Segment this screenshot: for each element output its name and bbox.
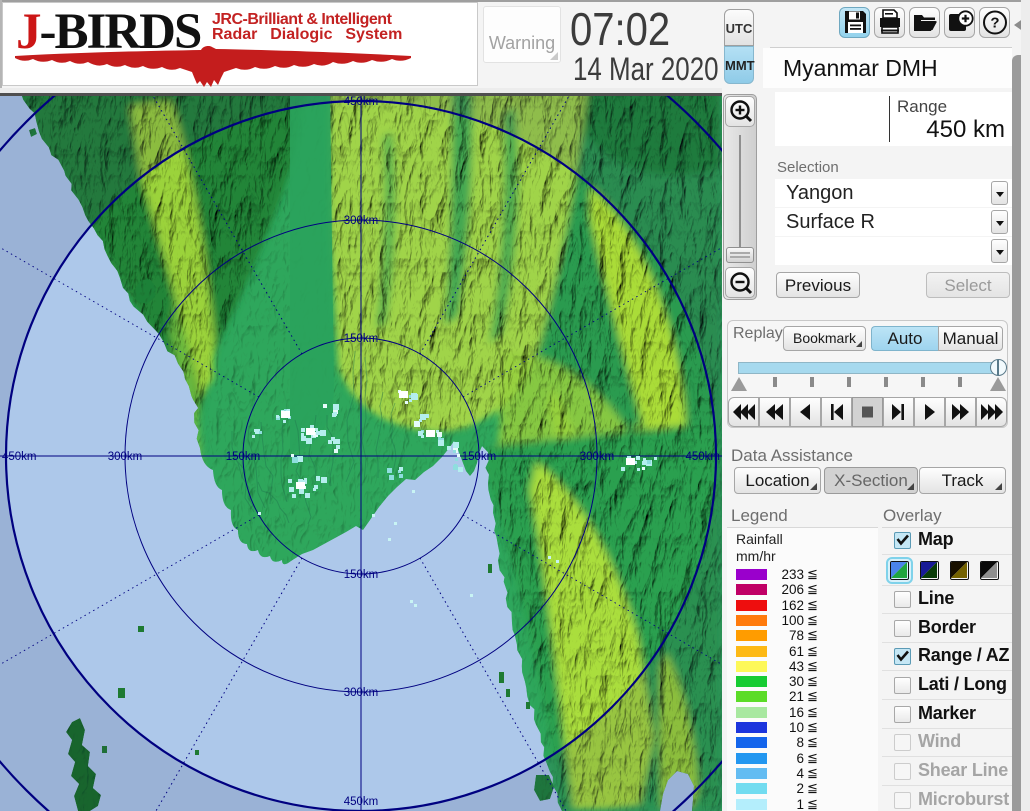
svg-text:300km: 300km xyxy=(580,451,615,463)
svg-text:450km: 450km xyxy=(2,451,37,463)
svg-text:300km: 300km xyxy=(344,215,379,227)
svg-text:150km: 150km xyxy=(462,451,497,463)
svg-text:450km: 450km xyxy=(685,451,720,463)
svg-text:450km: 450km xyxy=(344,796,379,808)
svg-text:?: ? xyxy=(990,15,999,32)
svg-text:150km: 150km xyxy=(226,451,261,463)
svg-text:300km: 300km xyxy=(108,451,143,463)
svg-text:150km: 150km xyxy=(344,569,379,581)
svg-text:300km: 300km xyxy=(344,687,379,699)
svg-text:150km: 150km xyxy=(344,333,379,345)
svg-text:450km: 450km xyxy=(344,96,379,108)
